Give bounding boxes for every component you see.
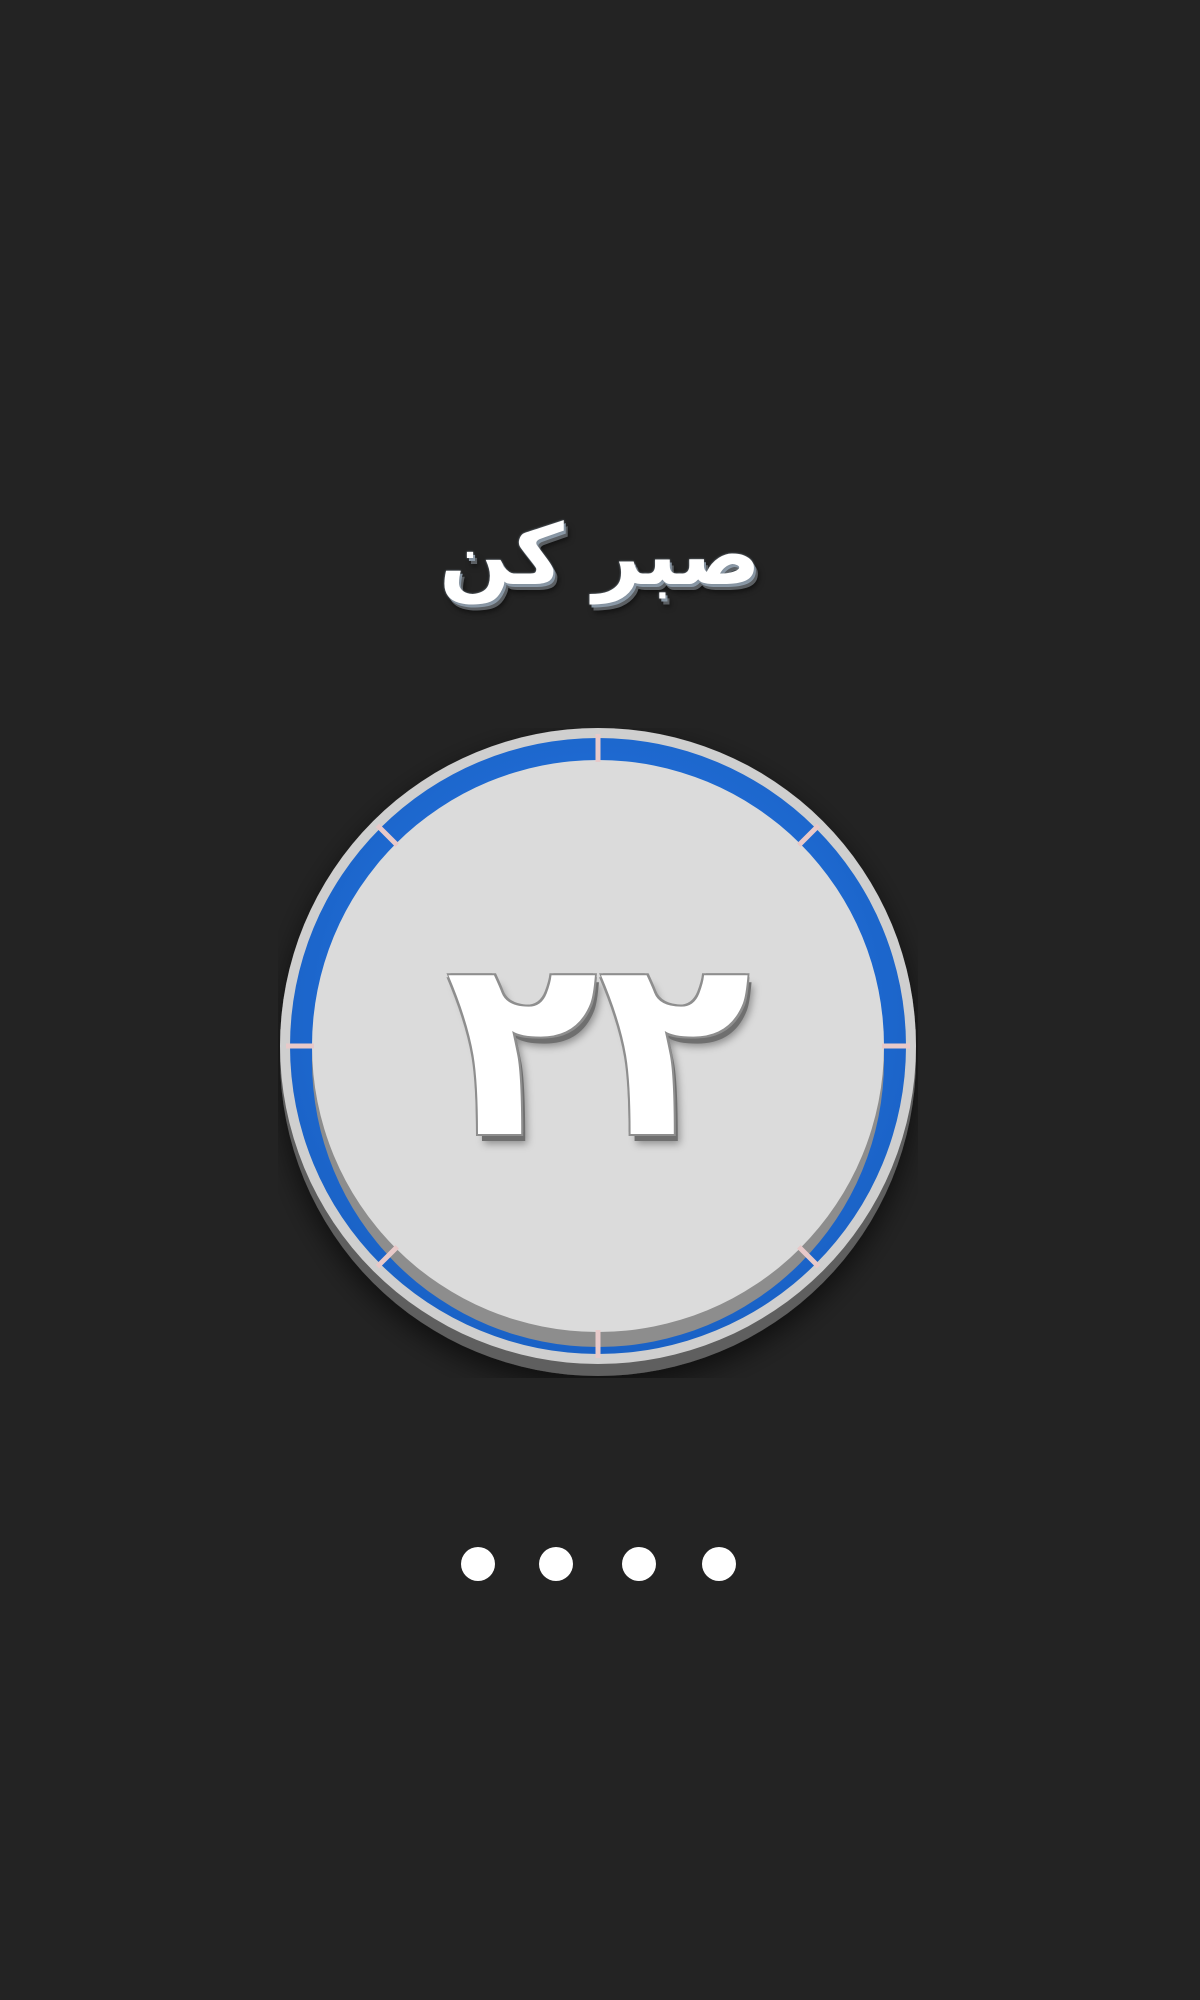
loading-dot (622, 1547, 656, 1581)
loading-dots (0, 1547, 1200, 1583)
loading-dot (461, 1547, 495, 1581)
loading-dot (539, 1547, 573, 1581)
wait-title: صبر کن (439, 506, 761, 604)
countdown-timer: ۲۲ (278, 728, 918, 1378)
loading-dot (702, 1547, 736, 1581)
timer-value: ۲۲ (445, 902, 751, 1193)
